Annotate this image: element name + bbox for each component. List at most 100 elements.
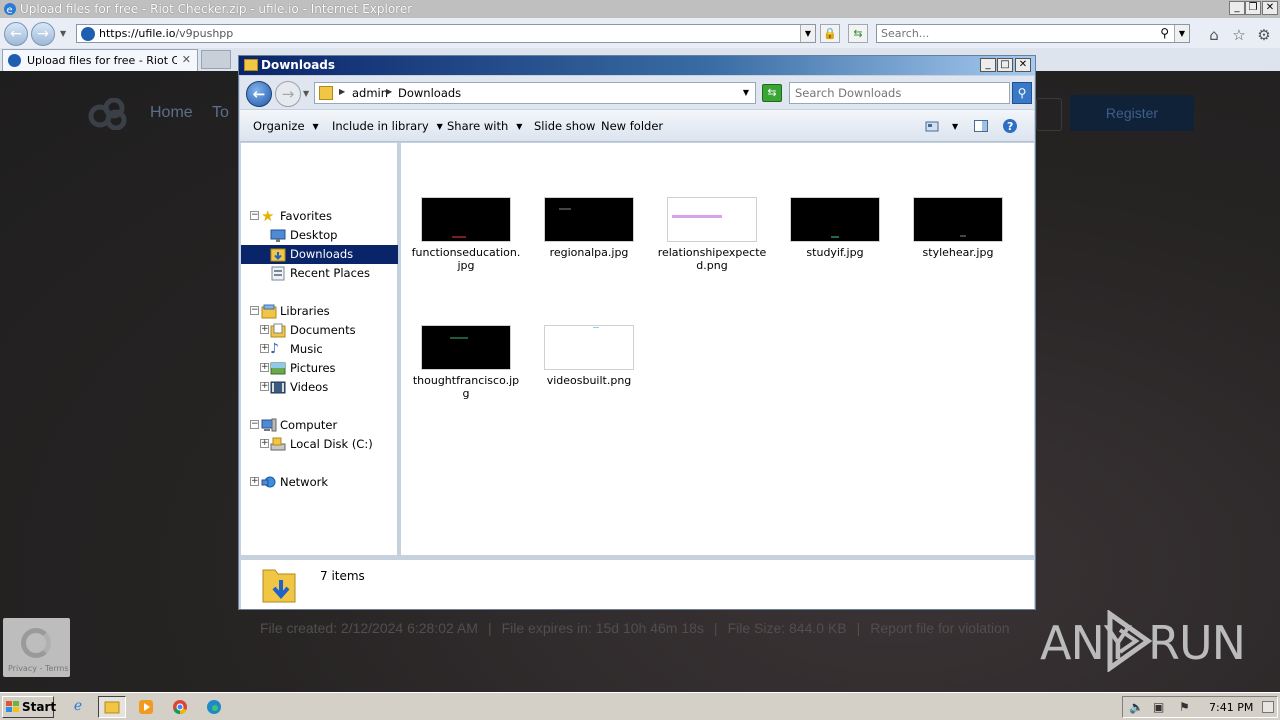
tree-item-network[interactable]: + Network [241,473,398,492]
collapse-icon[interactable]: − [250,420,259,429]
collapse-icon[interactable]: − [250,211,259,220]
security-lock-icon[interactable]: 🔒 [820,24,840,43]
browser-window-title: Upload files for free - Riot Checker.zip… [20,2,413,16]
site-nav-tools[interactable]: To [212,104,229,122]
expand-icon[interactable]: + [260,325,269,334]
explorer-close-button[interactable]: ✕ [1015,58,1031,72]
recent-locations-dropdown-icon[interactable]: ▼ [303,89,309,98]
explorer-navigation-bar: ← → ▼ ▶ admin ▶ Downloads ▼ ⇆ ⚲ [240,76,1034,109]
organize-menu[interactable]: Organize ▼ [253,119,319,133]
taskbar-chrome-icon[interactable] [166,696,194,718]
explorer-forward-button[interactable]: → [275,81,301,107]
browser-search-input[interactable] [881,25,1151,41]
breadcrumb-arrow-icon[interactable]: ▶ [386,87,392,96]
tree-item-downloads[interactable]: Downloads [241,245,398,264]
explorer-back-button[interactable]: ← [246,81,272,107]
tree-item-videos[interactable]: + Videos [241,378,398,397]
computer-icon [261,418,277,432]
file-thumbnail [667,197,757,242]
include-in-library-menu[interactable]: Include in library ▼ [332,119,443,133]
slide-show-button[interactable]: Slide show [534,119,595,133]
tree-item-favorites[interactable]: − ★ Favorites [241,207,398,226]
explorer-refresh-icon[interactable]: ⇆ [762,84,782,102]
tree-item-documents[interactable]: + Documents [241,321,398,340]
tree-item-computer[interactable]: − Computer [241,416,398,435]
refresh-icon[interactable]: ⇆ [848,24,868,43]
help-icon[interactable]: ? [1002,118,1018,134]
breadcrumb-downloads[interactable]: Downloads [398,86,461,100]
network-status-icon[interactable]: ▣ [1153,700,1164,714]
separator: | [713,620,718,636]
tree-item-local-disk[interactable]: + Local Disk (C:) [241,435,398,454]
taskbar-media-player-icon[interactable] [132,696,160,718]
search-icon[interactable]: ⚲ [1160,26,1169,40]
preview-pane-icon[interactable] [973,118,989,134]
tree-label: Documents [290,323,356,337]
breadcrumb-arrow-icon[interactable]: ▶ [339,87,345,96]
new-folder-button[interactable]: New folder [601,119,663,133]
tree-item-libraries[interactable]: − Libraries [241,302,398,321]
expand-icon[interactable]: + [260,363,269,372]
downloads-folder-icon [319,86,333,100]
taskbar-clock[interactable]: 7:41 PM [1209,701,1253,714]
address-history-dropdown-icon[interactable]: ▼ [743,88,749,97]
register-button[interactable]: Register [1070,95,1194,131]
volume-icon[interactable]: 🔈 [1129,700,1144,714]
favorites-star-icon[interactable]: ☆ [1230,26,1248,44]
start-button[interactable]: Start [2,696,56,718]
browser-search-box[interactable]: ⚲ ▼ [876,24,1190,43]
recaptcha-badge[interactable]: Privacy - Terms [3,618,70,677]
browser-tab-active[interactable]: Upload files for free - Riot C... ✕ [2,49,198,71]
settings-gear-icon[interactable]: ⚙ [1255,26,1273,44]
star-icon: ★ [261,207,275,225]
expand-icon[interactable]: + [260,439,269,448]
site-nav-home[interactable]: Home [150,104,193,122]
taskbar-edge-icon[interactable] [200,696,228,718]
explorer-minimize-button[interactable]: _ [980,58,996,72]
explorer-address-bar[interactable]: ▶ admin ▶ Downloads ▼ [314,82,756,104]
taskbar-explorer-icon[interactable] [98,696,126,718]
expand-icon[interactable]: + [260,344,269,353]
search-dropdown-icon[interactable]: ▼ [1174,25,1189,42]
tab-close-icon[interactable]: ✕ [182,53,191,66]
address-bar[interactable]: https://ufile.io/v9pushpp ▼ [76,24,816,43]
share-with-menu[interactable]: Share with ▼ [447,119,522,133]
restore-button[interactable]: ❐ [1245,1,1261,15]
file-name: videosbuilt.png [546,374,632,387]
action-center-flag-icon[interactable]: ⚑ [1179,700,1190,714]
tree-item-pictures[interactable]: + Pictures [241,359,398,378]
tree-item-recent-places[interactable]: Recent Places [241,264,398,283]
new-tab-button[interactable] [201,50,231,69]
expand-icon[interactable]: + [250,477,259,486]
recent-pages-dropdown-icon[interactable]: ▼ [60,29,66,38]
tree-label: Favorites [280,209,332,223]
explorer-search-box[interactable] [789,82,1010,104]
tree-item-desktop[interactable]: Desktop [241,226,398,245]
tree-label: Downloads [290,247,354,261]
tree-item-music[interactable]: + ♪ Music [241,340,398,359]
ufile-logo-icon [88,98,127,130]
taskbar-internet-explorer-icon[interactable]: ℯ [64,696,92,718]
view-options-dropdown-icon[interactable]: ▼ [952,122,958,131]
breadcrumb-admin[interactable]: admin [352,86,388,100]
collapse-icon[interactable]: − [250,306,259,315]
address-dropdown-icon[interactable]: ▼ [800,25,815,42]
browser-back-button[interactable]: ← [4,22,28,46]
file-name: thoughtfrancisco.jpg [412,374,520,400]
show-desktop-button[interactable] [1262,701,1274,713]
minimize-button[interactable]: _ [1229,1,1245,15]
recaptcha-terms[interactable]: Privacy - Terms [8,664,69,673]
file-thumbnail [421,197,511,242]
expand-icon[interactable]: + [260,382,269,391]
site-login-button[interactable] [1036,98,1062,131]
desktop-icon [270,229,286,242]
change-view-icon[interactable] [924,118,940,134]
explorer-search-input[interactable] [795,84,1005,102]
browser-forward-button[interactable]: → [31,22,55,46]
explorer-maximize-button[interactable]: □ [997,58,1013,72]
tree-label: Music [290,342,323,356]
report-file-link[interactable]: Report file for violation [870,620,1009,636]
close-button[interactable]: ✕ [1262,1,1278,15]
explorer-search-icon[interactable]: ⚲ [1012,82,1032,104]
home-icon[interactable]: ⌂ [1205,26,1223,44]
